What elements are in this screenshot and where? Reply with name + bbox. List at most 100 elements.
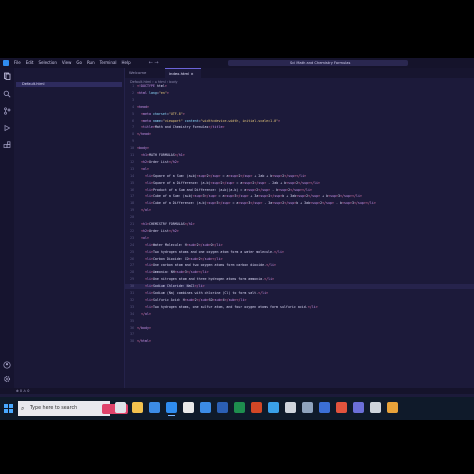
line-number: 33 (130, 304, 134, 309)
code-line[interactable]: <li>Sodium (Na) combines with chlorine (… (137, 291, 268, 296)
tab-bar: Welcome index.html × (125, 68, 474, 78)
code-line[interactable]: <h1>MATH FORMULAS</h1> (137, 153, 185, 158)
code-line[interactable]: <meta charset="UTF-8"> (137, 112, 185, 117)
code-line[interactable]: <li>Sulfuric Acid: H<sub>2</sub>SO<sub>4… (137, 298, 247, 303)
code-line[interactable]: <title>Math and Chemistry Formulas</titl… (137, 125, 224, 130)
task-view-icon[interactable] (115, 402, 126, 413)
code-line[interactable]: <li>Ammonia: NH<sub>3</sub></li> (137, 270, 209, 275)
app-icon[interactable] (353, 402, 364, 413)
code-line[interactable]: </head> (137, 132, 151, 137)
code-line[interactable]: <head> (137, 105, 149, 110)
code-line[interactable]: <h2>Order List</h2> (137, 229, 179, 234)
code-line[interactable]: <li>Two hydrogen atoms and one oxygen at… (137, 250, 284, 255)
code-editor[interactable]: <!DOCTYPE html> <html lang="en"> <head> <m… (137, 84, 472, 388)
source-control-icon[interactable] (3, 107, 11, 115)
windows-start-icon[interactable] (4, 404, 13, 413)
app-icon[interactable] (370, 402, 381, 413)
chrome-icon[interactable] (183, 402, 194, 413)
code-line[interactable]: </ol> (137, 208, 151, 213)
vscode-logo-icon (3, 60, 9, 66)
code-line[interactable]: <h1>CHEMISTRY FORMULAS</h1> (137, 222, 195, 227)
code-line[interactable]: <li>One carbon atom and two oxygen atoms… (137, 263, 276, 268)
code-line[interactable]: <li>Product of a Sum and Difference: (a+… (137, 188, 312, 193)
line-number: 1 (132, 84, 134, 88)
menu-file[interactable]: File (14, 58, 21, 68)
code-line[interactable]: <li>Cube of a Sum: (a+b)<sup>3</sup> = a… (137, 194, 362, 199)
code-line[interactable]: <li>Carbon Dioxide: CO<sub>2</sub></li> (137, 257, 223, 262)
file-explorer-icon[interactable] (132, 402, 143, 413)
search-icon[interactable] (3, 90, 11, 98)
menu-view[interactable]: View (62, 58, 72, 68)
edge-icon[interactable] (268, 402, 279, 413)
app-icon[interactable] (285, 402, 296, 413)
taskbar-search-box[interactable]: ⌕ Type here to search (18, 401, 128, 416)
code-line[interactable]: <ol> (137, 236, 149, 241)
line-number: 24 (130, 242, 134, 247)
code-line[interactable]: <li>Square of a Difference: (a-b)<sup>2<… (137, 181, 320, 186)
menu-run[interactable]: Run (87, 58, 95, 68)
status-bar: ⊗ 0 ⚠ 0 (0, 388, 474, 394)
code-line[interactable]: <li>Water Molecule: H<sub>2</sub>O</li> (137, 243, 223, 248)
app-icon[interactable] (387, 402, 398, 413)
menu-help[interactable]: Help (122, 58, 131, 68)
line-number: 11 (130, 153, 134, 157)
app-icon[interactable] (336, 402, 347, 413)
line-number: 37 (130, 332, 134, 337)
code-line[interactable]: <body> (137, 146, 149, 151)
line-number: 7 (132, 125, 134, 130)
code-line[interactable]: <meta name="viewport" content="width=dev… (137, 119, 280, 124)
menu-edit[interactable]: Edit (26, 58, 34, 68)
code-line[interactable]: <li>Sodium Chloride: NaCl</li> (137, 284, 205, 289)
line-number: 2 (132, 90, 134, 95)
code-line[interactable]: <li>Two hydrogen atoms, one sulfur atom,… (137, 305, 318, 310)
run-debug-icon[interactable] (3, 124, 11, 132)
menu-terminal[interactable]: Terminal (100, 58, 117, 68)
code-line[interactable]: <h2>Order List</h2> (137, 160, 179, 165)
menu-selection[interactable]: Selection (38, 58, 56, 68)
word-icon[interactable] (217, 402, 228, 413)
line-number: 15 (130, 180, 134, 185)
excel-icon[interactable] (234, 402, 245, 413)
menu-go[interactable]: Go (76, 58, 82, 68)
windows-taskbar: ⌕ Type here to search (0, 397, 474, 420)
mail-icon[interactable] (200, 402, 211, 413)
powerpoint-icon[interactable] (251, 402, 262, 413)
line-number: 35 (130, 318, 134, 323)
line-number: 12 (130, 159, 134, 164)
line-number: 20 (130, 215, 134, 220)
title-bar: File Edit Selection View Go Run Terminal… (0, 58, 474, 68)
editor-window: File Edit Selection View Go Run Terminal… (0, 58, 474, 420)
line-number: 28 (130, 270, 134, 275)
line-number: 6 (132, 118, 134, 123)
code-line[interactable]: <!DOCTYPE html> (137, 84, 167, 89)
code-line[interactable]: </html> (137, 339, 151, 344)
code-line[interactable]: </body> (137, 326, 151, 331)
line-number: 22 (130, 228, 134, 233)
app-icon[interactable] (302, 402, 313, 413)
line-number: 4 (132, 104, 134, 109)
nav-arrows[interactable]: ← → (149, 60, 159, 66)
code-line[interactable]: <li>One nitrogen atom and three hydrogen… (137, 277, 274, 282)
store-icon[interactable] (149, 402, 160, 413)
sidebar-file-item[interactable]: Default.html (16, 82, 122, 87)
activity-bar (0, 68, 14, 388)
tab-index-html[interactable]: index.html × (165, 68, 201, 78)
explorer-sidebar: Default.html (14, 68, 125, 388)
line-number: 23 (130, 235, 134, 240)
extensions-icon[interactable] (3, 141, 11, 149)
command-center-search[interactable]: Sci Math and Chemistry Formulas (228, 60, 408, 66)
explorer-icon[interactable] (3, 72, 11, 80)
vscode-icon[interactable] (166, 402, 177, 416)
settings-gear-icon[interactable] (3, 375, 11, 383)
code-line[interactable]: <html lang="en"> (137, 91, 169, 96)
code-line[interactable]: </ol> (137, 312, 151, 317)
tab-welcome[interactable]: Welcome (125, 68, 161, 78)
code-line[interactable]: <ol> (137, 167, 149, 172)
code-line[interactable]: <li>Cube of a Difference: (a-b)<sup>3</s… (137, 201, 376, 206)
status-info-icon[interactable]: ⊗ 0 ⚠ 0 (16, 389, 29, 393)
line-number: 9 (132, 139, 134, 144)
line-number: 18 (130, 201, 134, 206)
code-line[interactable]: <li>Square of a Sum: (a+b)<sup>2</sup> =… (137, 174, 306, 179)
account-icon[interactable] (3, 361, 11, 369)
app-icon[interactable] (319, 402, 330, 413)
